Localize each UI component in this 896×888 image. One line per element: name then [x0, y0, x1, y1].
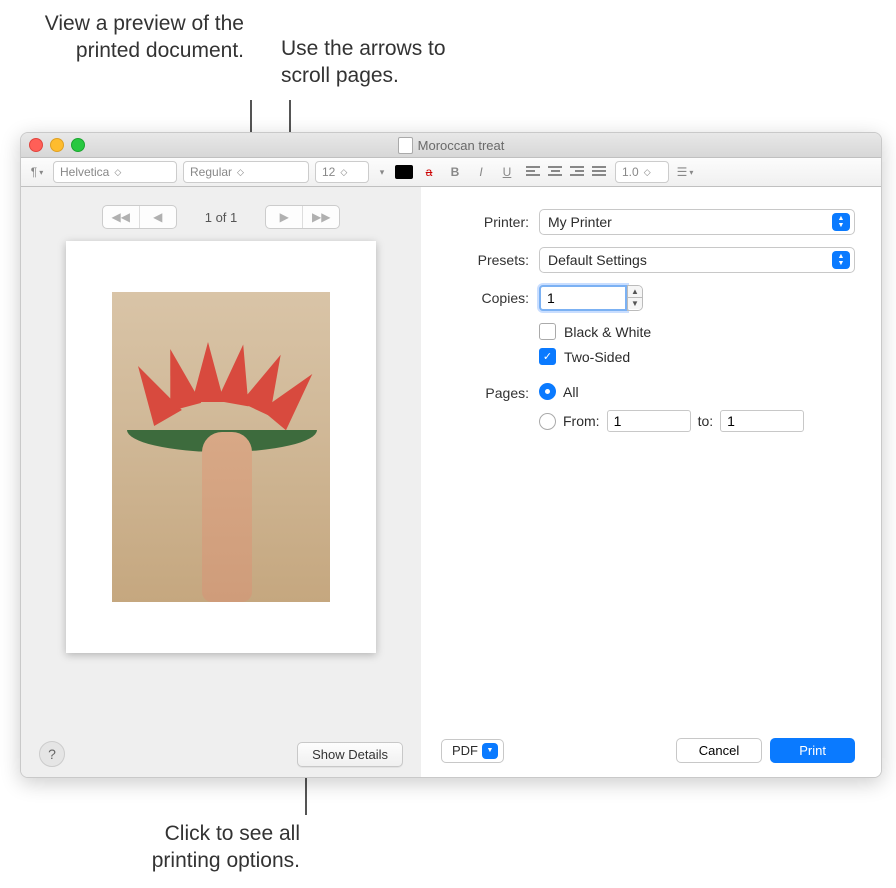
window-title-text: Moroccan treat — [418, 138, 505, 153]
font-size-dropdown[interactable]: ▾ — [375, 162, 389, 182]
chevron-down-icon: ▼ — [482, 743, 498, 759]
underline-button[interactable]: U — [497, 162, 517, 182]
page-thumbnail — [66, 241, 376, 653]
print-options-pane: Printer: My Printer ▲▼ Presets: Default … — [421, 187, 881, 777]
pages-to-label: to: — [698, 413, 714, 429]
document-photo — [112, 292, 330, 602]
printer-popup[interactable]: My Printer ▲▼ — [539, 209, 855, 235]
preview-pane: ◀◀ ◀ 1 of 1 ▶ ▶▶ — [21, 187, 421, 777]
document-icon — [398, 137, 413, 154]
font-size-value: 12 — [322, 165, 335, 179]
presets-label: Presets: — [441, 252, 539, 268]
copies-label: Copies: — [441, 290, 539, 306]
copies-stepper: ▲ ▼ — [539, 285, 643, 311]
page-indicator: 1 of 1 — [187, 210, 256, 225]
copies-step-up[interactable]: ▲ — [628, 286, 642, 298]
dialog-footer: PDF ▼ Cancel Print — [441, 724, 855, 763]
printer-label: Printer: — [441, 214, 539, 230]
alignment-group — [523, 162, 609, 182]
printer-value: My Printer — [548, 214, 612, 230]
pages-all-label: All — [563, 384, 579, 400]
copies-step-down[interactable]: ▼ — [628, 298, 642, 309]
printer-row: Printer: My Printer ▲▼ — [441, 209, 855, 235]
pages-range-row: From: to: — [539, 410, 804, 432]
pages-from-input[interactable] — [607, 410, 691, 432]
page-prev-group: ◀◀ ◀ — [102, 205, 177, 229]
next-page-button[interactable]: ▶ — [266, 206, 302, 228]
two-sided-row: ✓ Two-Sided — [539, 348, 855, 365]
first-page-button[interactable]: ◀◀ — [103, 206, 139, 228]
annotation-details: Click to see all printing options. — [110, 820, 300, 875]
app-window: Moroccan treat ¶▾ Helvetica◇ Regular◇ 12… — [20, 132, 882, 778]
list-style-icon[interactable]: ☰▾ — [675, 162, 695, 182]
align-justify-icon[interactable] — [589, 162, 609, 182]
italic-button[interactable]: I — [471, 162, 491, 182]
window-title: Moroccan treat — [21, 137, 881, 154]
pages-label: Pages: — [441, 383, 539, 401]
pdf-menu-button[interactable]: PDF ▼ — [441, 739, 504, 763]
font-family-value: Helvetica — [60, 165, 109, 179]
annotation-preview: View a preview of the printed document. — [34, 10, 244, 65]
annotation-arrows: Use the arrows to scroll pages. — [281, 35, 471, 90]
show-details-button[interactable]: Show Details — [297, 742, 403, 767]
help-button[interactable]: ? — [39, 741, 65, 767]
pages-range-radio[interactable] — [539, 413, 556, 430]
preview-footer: ? Show Details — [39, 727, 403, 767]
line-spacing-value: 1.0 — [622, 165, 639, 179]
page-navigator: ◀◀ ◀ 1 of 1 ▶ ▶▶ — [39, 205, 403, 229]
font-family-popup[interactable]: Helvetica◇ — [53, 161, 177, 183]
last-page-button[interactable]: ▶▶ — [303, 206, 339, 228]
prev-page-button[interactable]: ◀ — [140, 206, 176, 228]
line-spacing-popup[interactable]: 1.0◇ — [615, 161, 669, 183]
bold-button[interactable]: B — [445, 162, 465, 182]
copies-row: Copies: ▲ ▼ — [441, 285, 855, 311]
strikethrough-color-icon[interactable]: a — [419, 162, 439, 182]
align-left-icon[interactable] — [523, 162, 543, 182]
presets-row: Presets: Default Settings ▲▼ — [441, 247, 855, 273]
two-sided-label: Two-Sided — [564, 349, 630, 365]
copies-step-buttons: ▲ ▼ — [627, 285, 643, 311]
print-dialog: ◀◀ ◀ 1 of 1 ▶ ▶▶ — [21, 187, 881, 777]
pages-all-row: All — [539, 383, 804, 400]
hand-illustration — [202, 432, 252, 602]
copies-input[interactable] — [539, 285, 627, 311]
pages-from-label: From: — [563, 413, 600, 429]
font-size-popup[interactable]: 12◇ — [315, 161, 369, 183]
pdf-label: PDF — [452, 743, 478, 758]
popup-arrows-icon: ▲▼ — [832, 213, 850, 231]
paragraph-menu[interactable]: ¶▾ — [27, 162, 47, 182]
black-white-row: Black & White — [539, 323, 855, 340]
pages-all-radio[interactable] — [539, 383, 556, 400]
align-right-icon[interactable] — [567, 162, 587, 182]
text-color-swatch[interactable] — [395, 165, 413, 179]
page-preview-area — [39, 241, 403, 727]
font-style-popup[interactable]: Regular◇ — [183, 161, 309, 183]
format-toolbar: ¶▾ Helvetica◇ Regular◇ 12◇ ▾ a B I U 1.0… — [21, 158, 881, 187]
black-white-label: Black & White — [564, 324, 651, 340]
presets-value: Default Settings — [548, 252, 647, 268]
popup-arrows-icon: ▲▼ — [832, 251, 850, 269]
align-center-icon[interactable] — [545, 162, 565, 182]
print-button[interactable]: Print — [770, 738, 855, 763]
watermelon-illustration — [127, 342, 317, 442]
font-style-value: Regular — [190, 165, 232, 179]
black-white-checkbox[interactable] — [539, 323, 556, 340]
titlebar: Moroccan treat — [21, 133, 881, 158]
page-next-group: ▶ ▶▶ — [265, 205, 340, 229]
two-sided-checkbox[interactable]: ✓ — [539, 348, 556, 365]
pages-row: Pages: All From: to: — [441, 383, 855, 432]
pages-to-input[interactable] — [720, 410, 804, 432]
pages-options: All From: to: — [539, 383, 804, 432]
presets-popup[interactable]: Default Settings ▲▼ — [539, 247, 855, 273]
cancel-button[interactable]: Cancel — [676, 738, 762, 763]
